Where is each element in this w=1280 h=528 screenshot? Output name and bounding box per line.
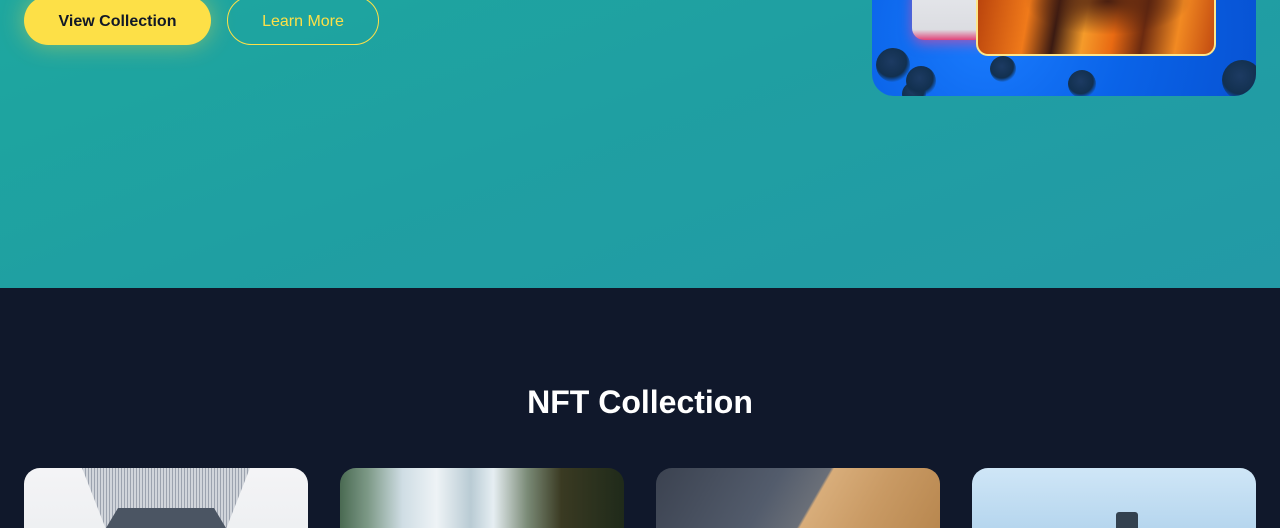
hero-section: View Collection Learn More — [0, 0, 1280, 288]
jellyfish-decoration — [990, 56, 1016, 82]
view-collection-button[interactable]: View Collection — [24, 0, 211, 45]
hero-artwork — [872, 0, 1256, 96]
section-title: NFT Collection — [527, 384, 753, 420]
nft-collection-section: NFT Collection — [0, 288, 1280, 528]
jellyfish-decoration — [876, 48, 910, 82]
canyon-artwork-card — [976, 0, 1216, 56]
nft-card-desert[interactable] — [656, 468, 940, 528]
learn-more-button[interactable]: Learn More — [227, 0, 379, 45]
nft-card-architecture[interactable] — [24, 468, 308, 528]
architecture-image-detail — [106, 508, 226, 528]
tower-image-detail — [1116, 512, 1138, 528]
jellyfish-decoration — [1068, 70, 1096, 96]
nft-card-waterfall[interactable] — [340, 468, 624, 528]
hero-buttons: View Collection Learn More — [24, 0, 379, 45]
jellyfish-decoration — [1222, 60, 1256, 96]
jellyfish-decoration — [906, 66, 936, 96]
nft-card-sky[interactable] — [972, 468, 1256, 528]
